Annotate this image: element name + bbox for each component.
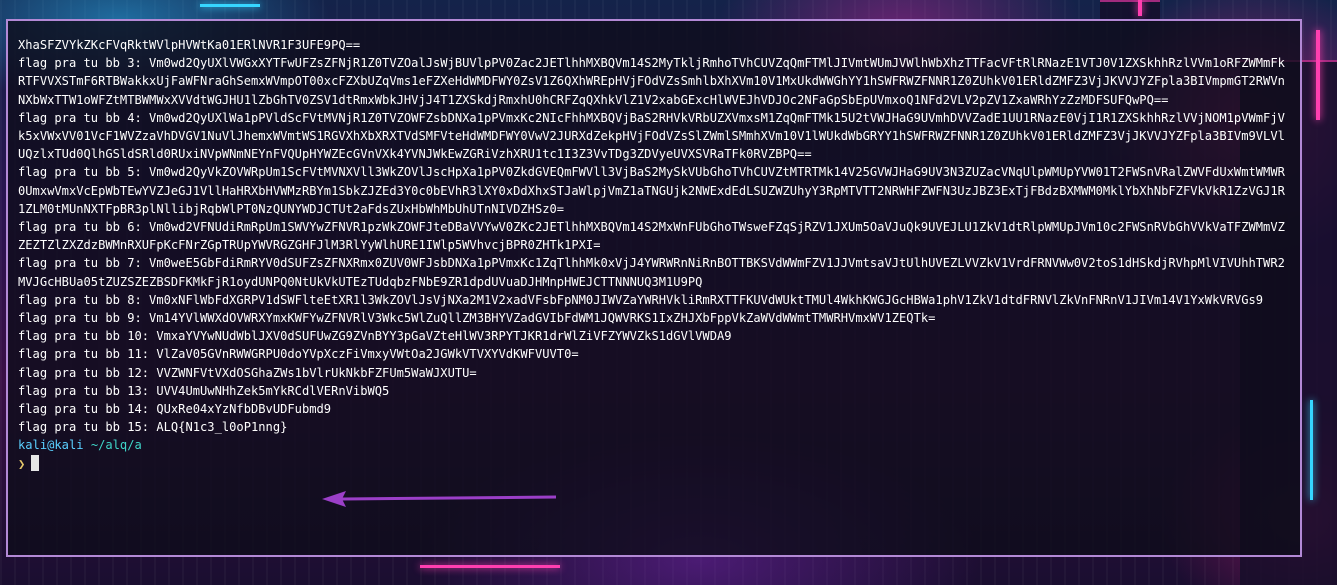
wallpaper-neon-sign xyxy=(1138,0,1142,16)
output-line: flag pra tu bb 9: Vm14YVlWWXdOVWRXYmxKWF… xyxy=(18,311,936,326)
wallpaper-neon-sign xyxy=(1310,400,1313,500)
output-line: flag pra tu bb 15: ALQ{N1c3_l0oP1nng} xyxy=(18,420,288,435)
wallpaper-neon-sign xyxy=(420,565,560,568)
prompt-chevron-icon: ❯ xyxy=(18,456,26,471)
output-line: flag pra tu bb 8: Vm0xNFlWbFdXGRPV1dSWFl… xyxy=(18,292,1264,307)
command-input-line[interactable]: ❯ xyxy=(18,454,1290,473)
wallpaper-neon-sign xyxy=(1316,30,1320,120)
output-line: XhaSFZVYkZKcFVqRktWVlpHVWtKa01ERlNVR1F3U… xyxy=(18,38,361,52)
output-line: flag pra tu bb 5: Vm0wd2QyVkZOVWRpUm1ScF… xyxy=(18,165,1285,216)
output-line: flag pra tu bb 7: Vm0weE5GbFdiRmRYV0dSUF… xyxy=(18,256,1285,289)
terminal-output: XhaSFZVYkZKcFVqRktWVlpHVWtKa01ERlNVR1F3U… xyxy=(18,36,1290,436)
prompt-host: kali xyxy=(54,438,84,453)
prompt-path: ~/alq/a xyxy=(90,438,142,453)
output-line: flag pra tu bb 4: Vm0wd2QyUXlWa1pPVldScF… xyxy=(18,110,1285,162)
output-line: flag pra tu bb 6: Vm0wd2VFNUdiRmRpUm1SWV… xyxy=(18,220,1285,253)
output-line: flag pra tu bb 12: VVZWNFVtVXdOSGhaZWs1b… xyxy=(18,365,477,380)
output-line: flag pra tu bb 3: Vm0wd2QyUXlVWGxXYTFwUF… xyxy=(18,56,1285,107)
text-cursor[interactable] xyxy=(31,454,40,471)
prompt-line: kali@kali ~/alq/a xyxy=(18,436,1290,454)
terminal-window[interactable]: XhaSFZVYkZKcFVqRktWVlpHVWtKa01ERlNVR1F3U… xyxy=(6,19,1302,557)
prompt-user: kali xyxy=(18,438,48,453)
wallpaper-neon-sign xyxy=(200,4,260,7)
output-line: flag pra tu bb 10: VmxaYVYwNUdWblJXV0dSU… xyxy=(18,329,732,344)
output-line: flag pra tu bb 14: QUxRe04xYzNfbDBvUDFub… xyxy=(18,402,332,417)
output-line: flag pra tu bb 13: UVV4UmUwNHhZek5mYkRCd… xyxy=(18,383,390,398)
output-line: flag pra tu bb 11: VlZaV05GVnRWWGRPU0doY… xyxy=(18,347,579,362)
